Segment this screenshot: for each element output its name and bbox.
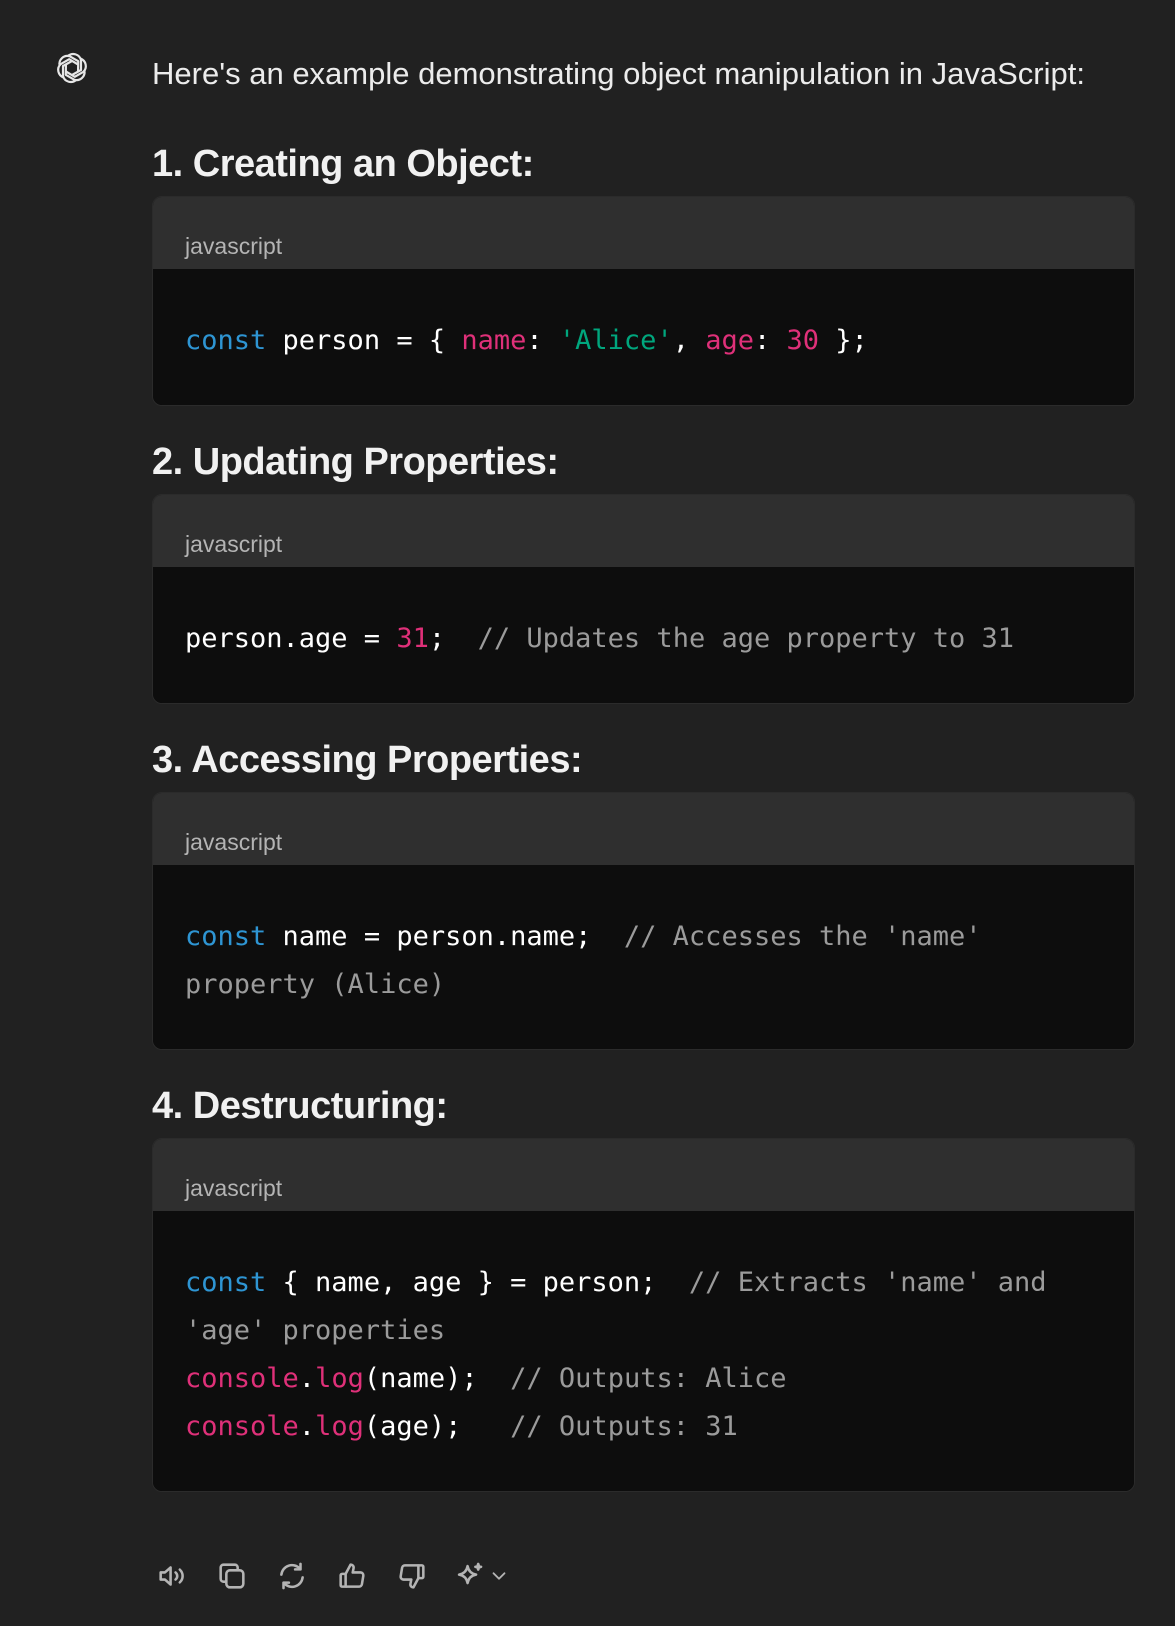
section-heading: 2. Updating Properties: (152, 441, 559, 483)
sparkle-icon (457, 1562, 483, 1585)
code-token: // Outputs: Alice (510, 1363, 787, 1394)
section-heading: 3. Accessing Properties: (152, 739, 583, 781)
code-token: . (298, 1411, 316, 1442)
code-line: person.age = 31; // Updates the age prop… (185, 615, 1102, 663)
code-token: : (754, 325, 787, 356)
code-block: javascript person.age = 31; // Updates t… (152, 494, 1135, 704)
thumbs-down-button[interactable] (392, 1556, 432, 1596)
code-token: name (461, 325, 527, 356)
code-token: , (672, 325, 706, 356)
thumbs-down-icon (399, 1564, 425, 1589)
code-language-label: javascript (153, 495, 1134, 567)
code-token: . (298, 1363, 316, 1394)
code-line: console.log(name); // Outputs: Alice (185, 1355, 1102, 1403)
code-token: property (Alice) (185, 969, 446, 1000)
code-token: console (185, 1411, 299, 1442)
code-token: (age); (363, 1411, 511, 1442)
code-token: ; (428, 623, 478, 654)
read-aloud-button[interactable] (152, 1556, 192, 1596)
code-token: console (185, 1363, 299, 1394)
code-token: 30 (786, 325, 820, 356)
code-token: 'Alice' (558, 325, 673, 356)
code-token: name = person.name; (266, 921, 624, 952)
code-language-label: javascript (153, 197, 1134, 269)
message-actions (152, 1556, 514, 1596)
thumbs-up-button[interactable] (332, 1556, 372, 1596)
code-token: person.age = (185, 623, 397, 654)
code-token: const (185, 921, 267, 952)
code-content[interactable]: const { name, age } = person; // Extract… (153, 1211, 1134, 1491)
code-line: const person = { name: 'Alice', age: 30 … (185, 317, 1102, 365)
copy-icon (219, 1563, 245, 1589)
code-line: const { name, age } = person; // Extract… (185, 1259, 1102, 1307)
code-content[interactable]: const person = { name: 'Alice', age: 30 … (153, 269, 1134, 405)
section-updating-properties: 2. Updating Properties: javascript perso… (152, 438, 1135, 704)
code-language-label: javascript (153, 793, 1134, 865)
code-line: console.log(age); // Outputs: 31 (185, 1403, 1102, 1451)
openai-logo-icon (57, 53, 87, 83)
code-block: javascript const { name, age } = person;… (152, 1138, 1135, 1492)
code-line: 'age' properties (185, 1307, 1102, 1355)
code-token: person = { (266, 325, 462, 356)
code-token: const (185, 325, 267, 356)
section-destructuring: 4. Destructuring: javascript const { nam… (152, 1082, 1135, 1492)
code-token: 31 (396, 623, 429, 654)
code-token: // Accesses the 'name' (623, 921, 982, 952)
code-token: const (185, 1267, 267, 1298)
code-content[interactable]: const name = person.name; // Accesses th… (153, 865, 1134, 1049)
code-language-label: javascript (153, 1139, 1134, 1211)
code-token: log (315, 1363, 364, 1394)
code-token: // Updates the age property to 31 (477, 623, 1015, 654)
refresh-icon (280, 1562, 304, 1590)
change-model-button[interactable] (452, 1556, 514, 1596)
code-token: (name); (363, 1363, 511, 1394)
code-block: javascript const person = { name: 'Alice… (152, 196, 1135, 406)
code-token: : (526, 325, 559, 356)
code-line: property (Alice) (185, 961, 1102, 1009)
message-intro: Here's an example demonstrating object m… (152, 56, 1085, 91)
code-block: javascript const name = person.name; // … (152, 792, 1135, 1050)
thumbs-up-icon (339, 1563, 365, 1588)
code-token: // Extracts 'name' and (688, 1267, 1047, 1298)
section-heading: 1. Creating an Object: (152, 143, 534, 185)
code-token: age (705, 325, 754, 356)
code-token: }; (819, 325, 868, 356)
section-creating-object: 1. Creating an Object: javascript const … (152, 140, 1135, 406)
section-accessing-properties: 3. Accessing Properties: javascript cons… (152, 736, 1135, 1050)
section-heading: 4. Destructuring: (152, 1085, 448, 1127)
assistant-avatar (52, 48, 92, 88)
code-token: 'age' properties (185, 1315, 446, 1346)
code-token: log (315, 1411, 364, 1442)
speaker-icon (159, 1566, 184, 1586)
code-content[interactable]: person.age = 31; // Updates the age prop… (153, 567, 1134, 703)
code-line: const name = person.name; // Accesses th… (185, 913, 1102, 961)
code-token: // Outputs: 31 (510, 1411, 738, 1442)
copy-button[interactable] (212, 1556, 252, 1596)
code-token: { name, age } = person; (266, 1267, 689, 1298)
regenerate-button[interactable] (272, 1556, 312, 1596)
chevron-down-icon (492, 1572, 506, 1580)
